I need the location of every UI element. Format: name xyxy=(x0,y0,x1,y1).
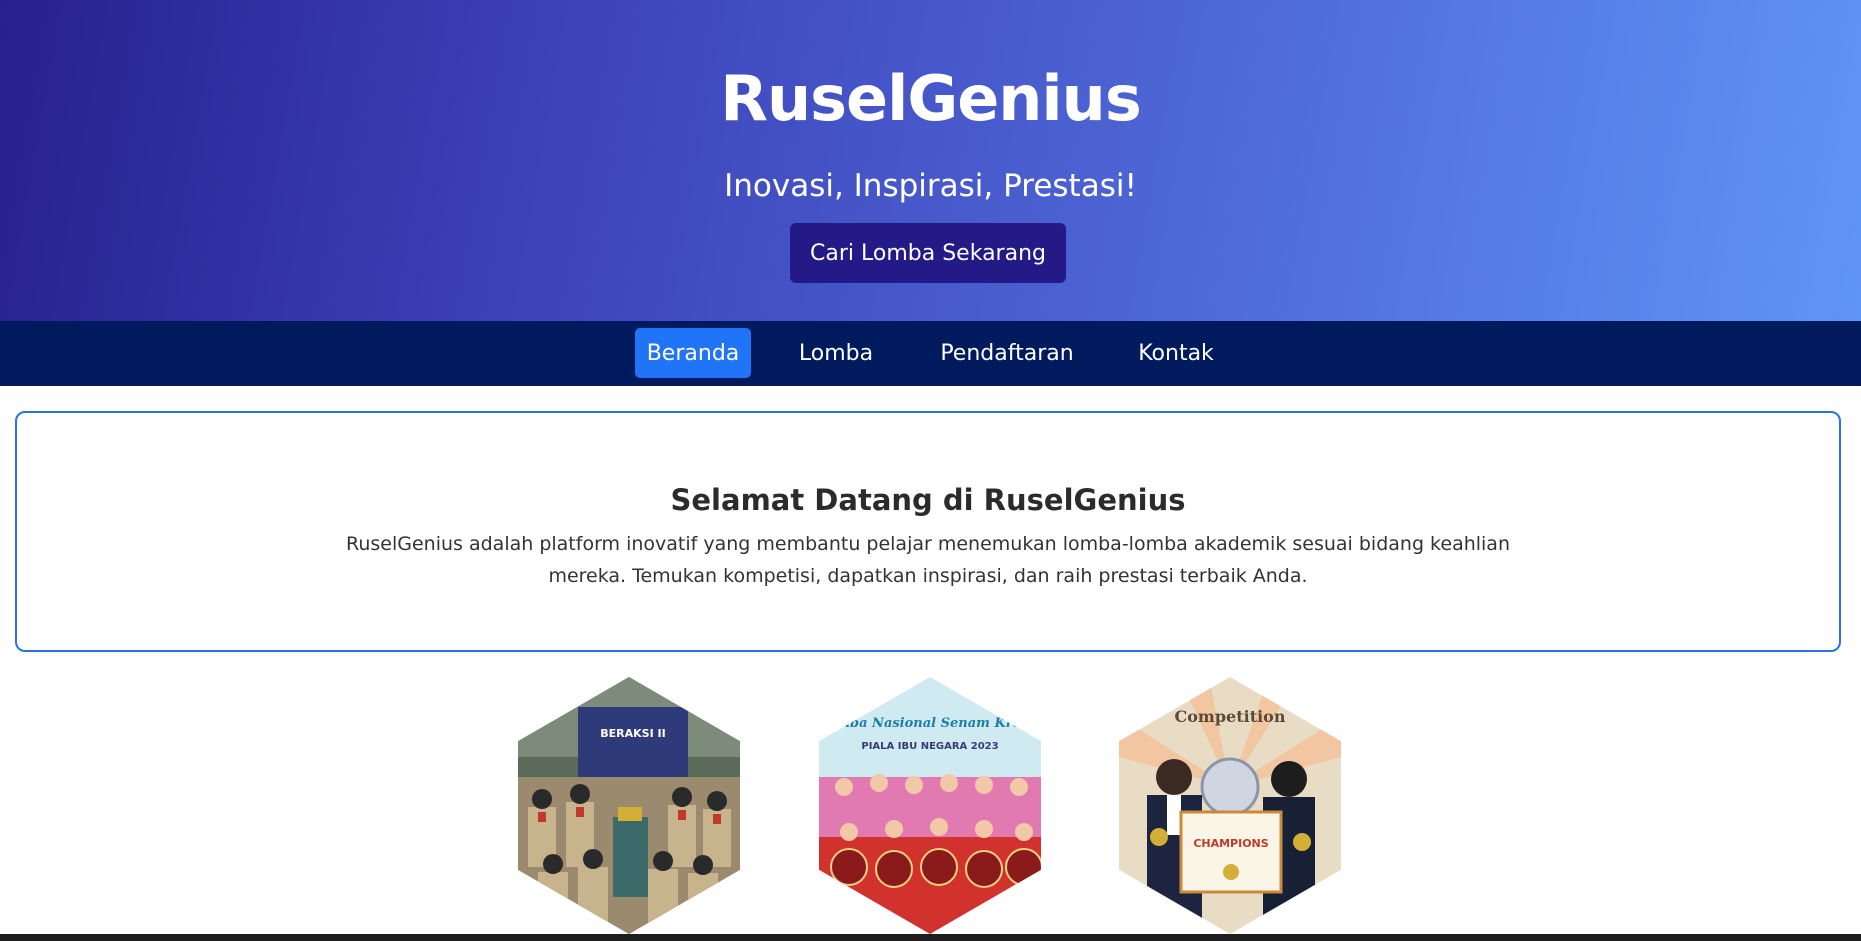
hero-banner: RuselGenius Inovasi, Inspirasi, Prestasi… xyxy=(0,0,1861,321)
champions-photo-image: Competition CHAMPIONS xyxy=(1119,677,1341,934)
main-nav: Beranda Lomba Pendaftaran Kontak xyxy=(0,321,1861,386)
gallery-photo-champions[interactable]: Competition CHAMPIONS xyxy=(1119,677,1341,934)
dance-banner-subtext: PIALA IBU NEGARA 2023 xyxy=(861,741,998,752)
gallery-photo-dance[interactable]: Lomba Nasional Senam Kreasi PIALA IBU NE… xyxy=(819,677,1041,934)
welcome-card: Selamat Datang di RuselGenius RuselGeniu… xyxy=(15,411,1841,652)
nav-item-beranda[interactable]: Beranda xyxy=(635,328,751,378)
champions-banner-text: Competition xyxy=(1175,707,1286,726)
scouts-photo-image: BERAKSI II xyxy=(518,677,740,934)
certificate-text: CHAMPIONS xyxy=(1193,837,1268,850)
site-tagline: Inovasi, Inspirasi, Prestasi! xyxy=(724,168,1137,204)
dance-banner-text: Lomba Nasional Senam Kreasi xyxy=(819,716,1041,731)
find-competition-button[interactable]: Cari Lomba Sekarang xyxy=(790,223,1066,283)
scouts-banner-text: BERAKSI II xyxy=(600,727,665,740)
dance-photo-image: Lomba Nasional Senam Kreasi PIALA IBU NE… xyxy=(819,677,1041,934)
gallery-photo-scouts[interactable]: BERAKSI II xyxy=(518,677,740,934)
site-title: RuselGenius xyxy=(720,62,1141,135)
taskbar-strip xyxy=(0,934,1861,941)
welcome-title: Selamat Datang di RuselGenius xyxy=(670,483,1186,517)
welcome-description: RuselGenius adalah platform inovatif yan… xyxy=(346,533,1510,587)
nav-item-pendaftaran[interactable]: Pendaftaran xyxy=(935,328,1079,378)
nav-item-kontak[interactable]: Kontak xyxy=(1128,328,1224,378)
nav-item-lomba[interactable]: Lomba xyxy=(786,328,886,378)
